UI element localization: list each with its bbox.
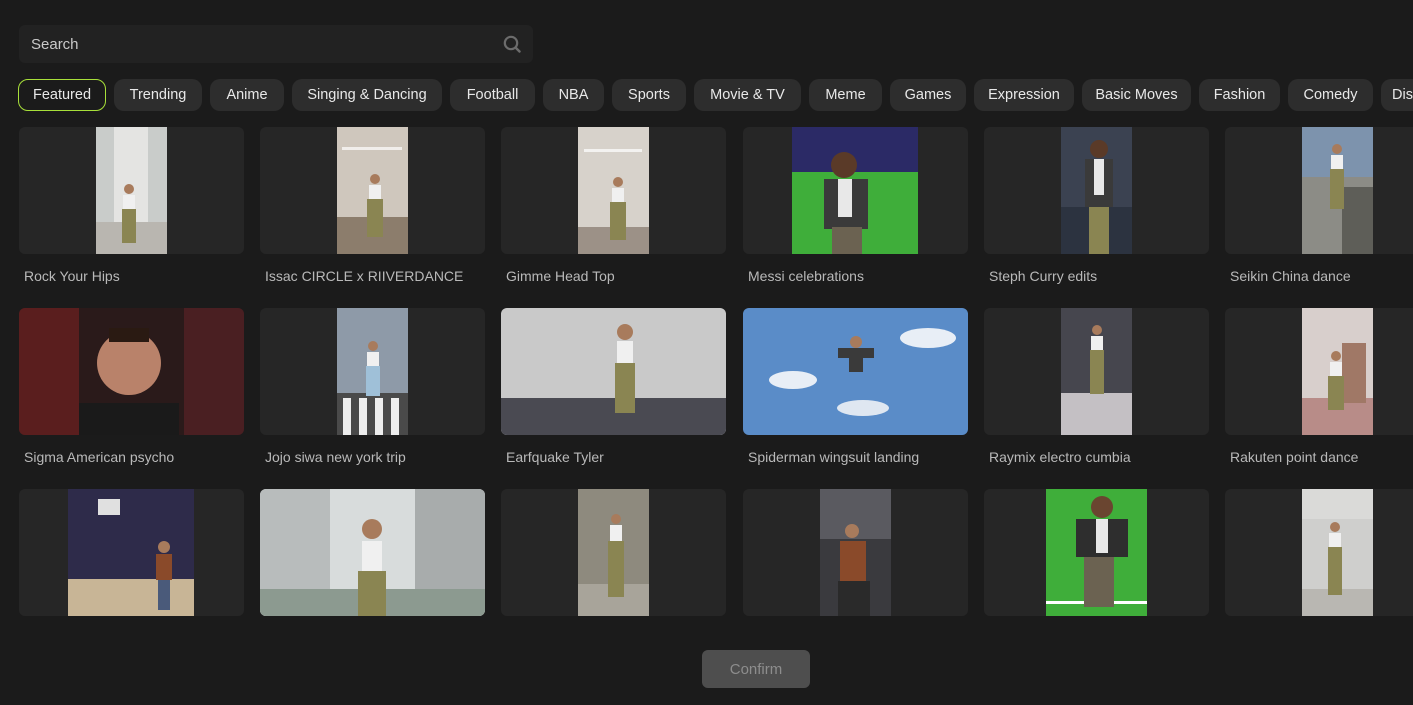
template-card[interactable]	[501, 308, 726, 435]
template-card[interactable]	[19, 489, 244, 616]
tab-fashion[interactable]: Fashion	[1199, 79, 1280, 111]
tab-sports[interactable]: Sports	[612, 79, 686, 111]
tab-games[interactable]: Games	[890, 79, 966, 111]
tab-basic-moves[interactable]: Basic Moves	[1082, 79, 1191, 111]
thumbnail-image	[501, 308, 726, 435]
template-card[interactable]	[260, 489, 485, 616]
search-input[interactable]	[19, 25, 489, 63]
tab-football[interactable]: Football	[450, 79, 535, 111]
thumbnail-image	[1302, 308, 1373, 435]
card-title: Seikin China dance	[1230, 268, 1351, 284]
template-card[interactable]	[743, 127, 968, 254]
card-title: Jojo siwa new york trip	[265, 449, 406, 465]
thumbnail-image	[578, 489, 649, 616]
tab-comedy[interactable]: Comedy	[1288, 79, 1373, 111]
template-card[interactable]	[260, 308, 485, 435]
card-title: Rock Your Hips	[24, 268, 120, 284]
thumbnail-image	[1046, 489, 1147, 616]
card-title: Raymix electro cumbia	[989, 449, 1131, 465]
template-card[interactable]	[1225, 127, 1413, 254]
thumbnail-image	[96, 127, 167, 254]
card-title: Issac CIRCLE x RIIVERDANCE	[265, 268, 464, 284]
thumbnail-image	[1061, 127, 1132, 254]
thumbnail-image	[19, 308, 244, 435]
template-card[interactable]	[1225, 308, 1413, 435]
tab-featured[interactable]: Featured	[18, 79, 106, 111]
thumbnail-image	[820, 489, 891, 616]
thumbnail-image	[578, 127, 649, 254]
thumbnail-image	[68, 489, 194, 616]
tab-expression[interactable]: Expression	[974, 79, 1074, 111]
template-card[interactable]	[19, 127, 244, 254]
card-title: Gimme Head Top	[506, 268, 615, 284]
template-card[interactable]	[1225, 489, 1413, 616]
card-title: Messi celebrations	[748, 268, 864, 284]
template-card[interactable]	[984, 489, 1209, 616]
confirm-button[interactable]: Confirm	[702, 650, 810, 688]
thumbnail-image	[337, 308, 408, 435]
card-title: Sigma American psycho	[24, 449, 175, 465]
thumbnail-image	[260, 489, 485, 616]
tab-singing-dancing[interactable]: Singing & Dancing	[292, 79, 442, 111]
tab-nba[interactable]: NBA	[543, 79, 604, 111]
thumbnail-image	[1302, 127, 1373, 254]
tab-meme[interactable]: Meme	[809, 79, 882, 111]
thumbnail-image	[743, 308, 968, 435]
card-title: Earfquake Tyler	[506, 449, 604, 465]
template-card[interactable]	[260, 127, 485, 254]
template-card[interactable]	[984, 308, 1209, 435]
tab-trending[interactable]: Trending	[114, 79, 202, 111]
template-card[interactable]	[501, 489, 726, 616]
category-tabs: Featured Trending Anime Singing & Dancin…	[0, 79, 1413, 112]
thumbnail-image	[792, 127, 918, 254]
template-card[interactable]	[984, 127, 1209, 254]
thumbnail-image	[1061, 308, 1132, 435]
template-card[interactable]	[743, 308, 968, 435]
thumbnail-image	[337, 127, 408, 254]
template-card[interactable]	[743, 489, 968, 616]
search-icon[interactable]	[503, 35, 521, 53]
template-card[interactable]	[501, 127, 726, 254]
card-title: Spiderman wingsuit landing	[748, 449, 920, 465]
tab-dis[interactable]: Dis	[1381, 79, 1413, 111]
tab-movie-tv[interactable]: Movie & TV	[694, 79, 801, 111]
search-box[interactable]	[19, 25, 533, 63]
tab-anime[interactable]: Anime	[210, 79, 284, 111]
card-title: Steph Curry edits	[989, 268, 1098, 284]
thumbnail-image	[1302, 489, 1373, 616]
card-title: Rakuten point dance	[1230, 449, 1359, 465]
template-card[interactable]	[19, 308, 244, 435]
